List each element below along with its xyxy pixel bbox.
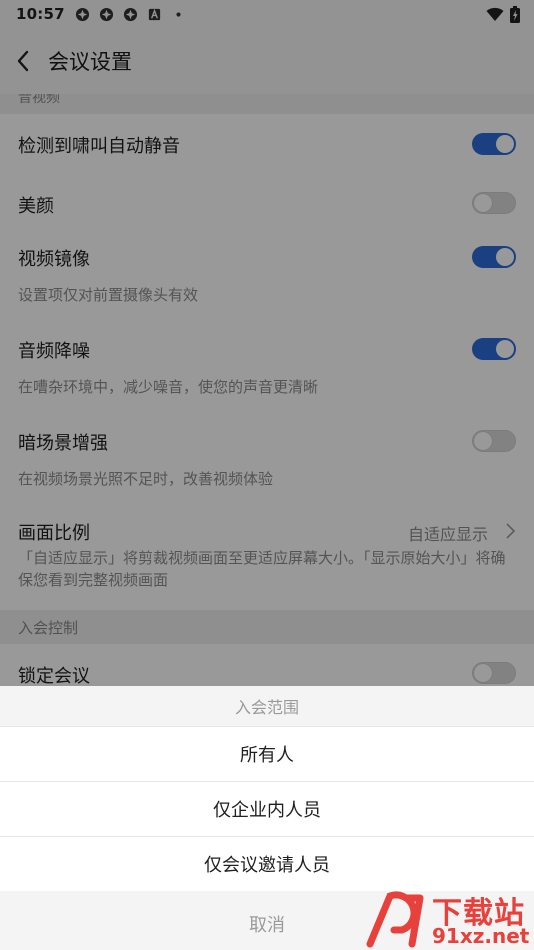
site-watermark: 下载站 91xz.net xyxy=(362,888,534,950)
option-everyone[interactable]: 所有人 xyxy=(0,726,534,781)
sheet-title: 入会范围 xyxy=(0,686,534,726)
option-enterprise-only[interactable]: 仅企业内人员 xyxy=(0,781,534,836)
option-invited-only[interactable]: 仅会议邀请人员 xyxy=(0,836,534,891)
watermark-site: 91xz.net xyxy=(432,924,530,948)
watermark-logo-icon xyxy=(366,891,424,948)
